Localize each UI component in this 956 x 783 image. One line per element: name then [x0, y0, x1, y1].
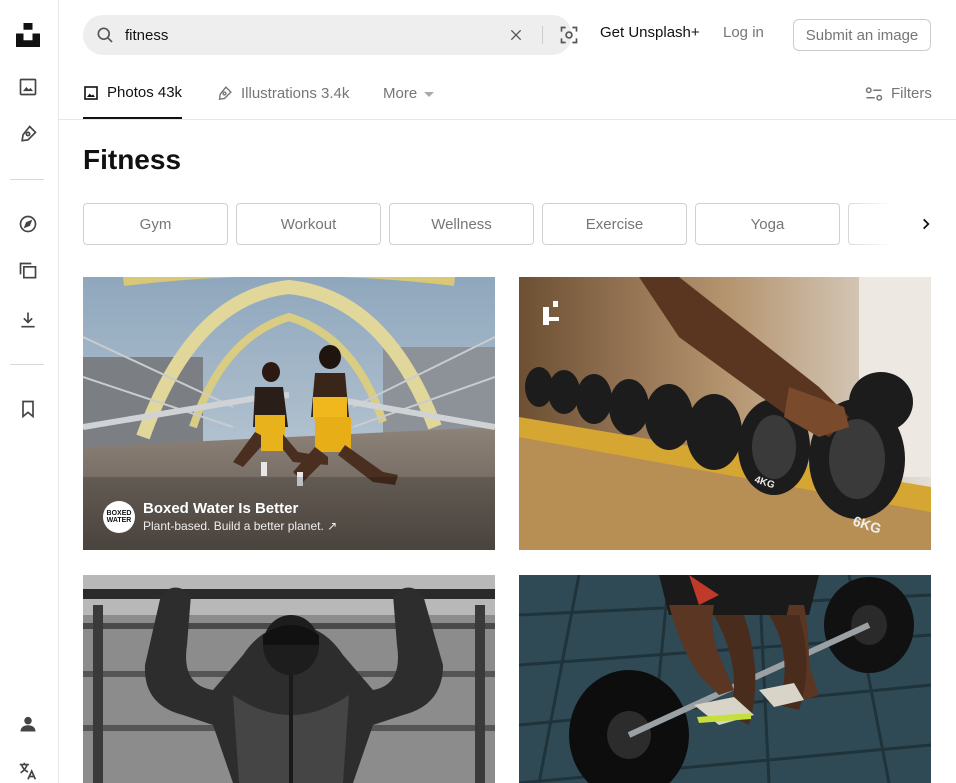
tab-illustrations[interactable]: Illustrations 3.4k	[216, 68, 349, 119]
sidebar-divider	[10, 364, 44, 365]
chevron-down-icon	[424, 91, 435, 97]
photo-image: 6KG 4KG	[519, 277, 931, 550]
tab-illustrations-label: Illustrations 3.4k	[241, 85, 350, 102]
photo-image	[519, 575, 931, 783]
translate-icon[interactable]	[14, 757, 42, 783]
get-unsplash-plus-link[interactable]: Get Unsplash+	[600, 24, 700, 41]
related-searches: Gym Workout Wellness Exercise Yoga	[83, 203, 931, 245]
illustrations-icon[interactable]	[14, 120, 42, 148]
search-tabs: Photos 43k Illustrations 3.4k More Filte…	[59, 68, 956, 120]
unsplash-logo-icon[interactable]	[14, 21, 42, 49]
top-bar: Get Unsplash+ Log in Submit an image	[59, 0, 956, 68]
chip-gym[interactable]: Gym	[83, 203, 228, 245]
photo-image	[83, 575, 495, 783]
sidebar-divider	[10, 179, 44, 180]
sponsor-info[interactable]: BOXED WATER Boxed Water Is Better Plant-…	[103, 500, 337, 533]
photo-barbell-deadlift[interactable]	[519, 575, 931, 783]
explore-icon[interactable]	[14, 210, 42, 238]
visual-search-icon[interactable]	[559, 25, 579, 45]
photo-pull-up-back[interactable]	[83, 575, 495, 783]
search-bar[interactable]	[83, 15, 578, 55]
page-title: Fitness	[83, 144, 182, 175]
chip-wellness[interactable]: Wellness	[389, 203, 534, 245]
download-icon[interactable]	[14, 306, 42, 334]
submit-image-button[interactable]: Submit an image	[793, 19, 931, 51]
pen-tool-icon	[218, 86, 232, 101]
filters-label: Filters	[891, 85, 932, 102]
chevron-right-icon[interactable]	[915, 213, 937, 235]
photos-icon[interactable]	[14, 73, 42, 101]
sponsor-name: Boxed Water Is Better	[143, 500, 299, 517]
tab-more[interactable]: More	[383, 68, 435, 119]
account-icon[interactable]	[14, 710, 42, 738]
filters-icon	[865, 86, 883, 101]
sponsor-tagline: Plant-based. Build a better planet. ↗	[143, 519, 338, 533]
login-link[interactable]: Log in	[723, 24, 764, 41]
photo-dumbbell-rack[interactable]: 6KG 4KG	[519, 277, 931, 550]
search-icon[interactable]	[95, 25, 115, 45]
image-icon	[84, 85, 98, 100]
tab-photos[interactable]: Photos 43k	[83, 68, 183, 119]
search-input[interactable]	[125, 25, 495, 45]
sponsor-logo: BOXED WATER	[103, 500, 135, 533]
chip-exercise[interactable]: Exercise	[542, 203, 687, 245]
photo-sponsored-bridge-workout[interactable]: BOXED WATER Boxed Water Is Better Plant-…	[83, 277, 495, 550]
tab-photos-label: Photos 43k	[107, 84, 183, 101]
chip-workout[interactable]: Workout	[236, 203, 381, 245]
sidebar	[0, 0, 59, 783]
chip-yoga[interactable]: Yoga	[695, 203, 840, 245]
bookmark-icon[interactable]	[14, 395, 42, 423]
filters-button[interactable]: Filters	[865, 68, 932, 119]
search-divider	[542, 26, 543, 44]
clear-search-icon[interactable]	[508, 27, 524, 43]
tab-more-label: More	[383, 85, 418, 102]
collections-icon[interactable]	[14, 257, 42, 285]
